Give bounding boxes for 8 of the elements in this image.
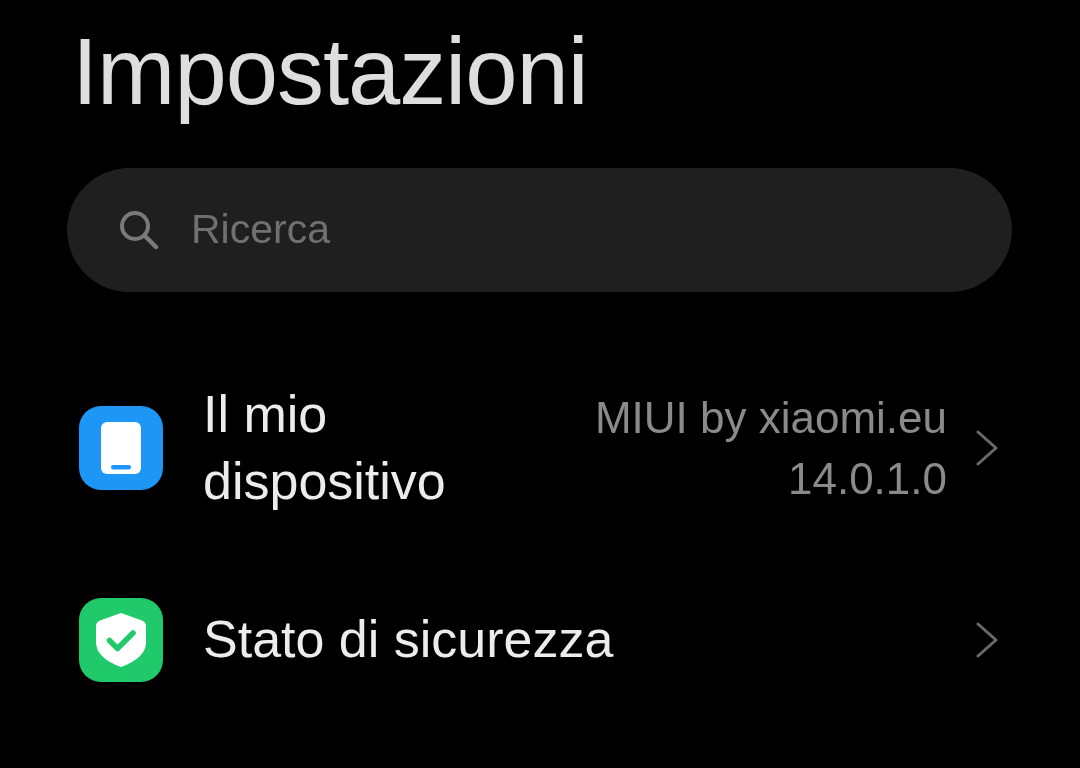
chevron-right-icon	[976, 429, 998, 466]
setting-label[interactable]: Stato di sicurezza	[203, 606, 614, 674]
setting-value: MIUI by xiaomi.eu 14.0.1.0	[593, 391, 947, 505]
setting-label[interactable]: Il mio dispositivo	[203, 380, 559, 515]
chevron-right-icon	[976, 621, 998, 658]
search-field[interactable]: Ricerca	[67, 167, 1012, 292]
page-title: Impostazioni	[72, 18, 588, 126]
search-icon	[119, 209, 159, 250]
